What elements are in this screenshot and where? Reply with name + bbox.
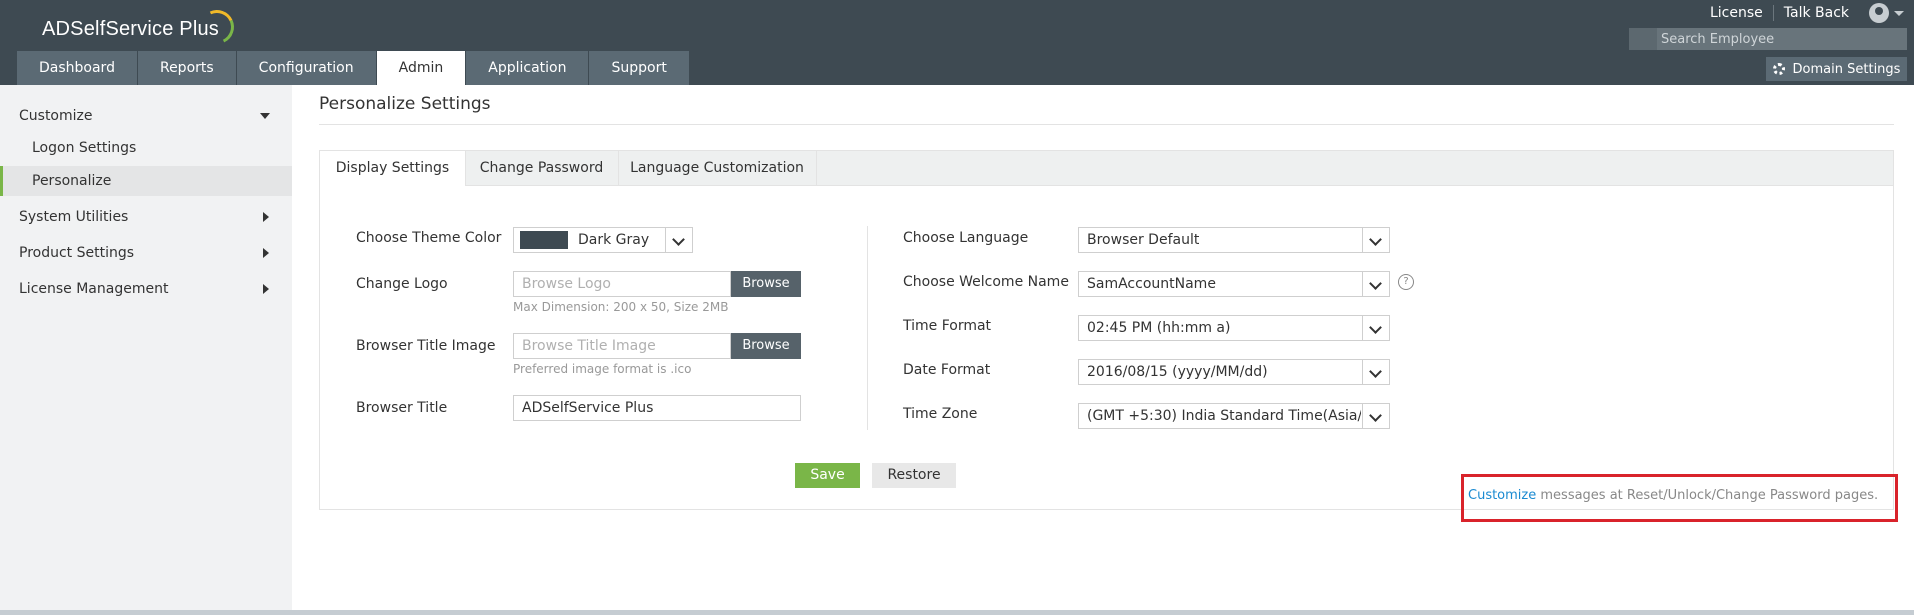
dropdown-button[interactable] [1362,404,1389,428]
welcome-name-label: Choose Welcome Name [903,274,1069,290]
chevron-right-icon [263,212,269,222]
browser-title-value: ADSelfService Plus [522,400,654,416]
welcome-name-select[interactable]: SamAccountName [1078,271,1390,297]
chevron-down-icon [1369,233,1382,246]
title-image-hint: Preferred image format is .ico [513,362,692,376]
tab-dashboard[interactable]: Dashboard [17,51,137,85]
customize-link[interactable]: Customize [1468,488,1536,503]
chevron-down-icon [1369,365,1382,378]
browser-title-input[interactable]: ADSelfService Plus [513,395,801,421]
restore-button[interactable]: Restore [872,463,956,488]
customize-messages-note: Customize messages at Reset/Unlock/Chang… [1468,488,1878,503]
chevron-down-icon[interactable] [1894,10,1904,16]
sidebar-item-label: Customize [19,108,93,124]
dropdown-button[interactable] [665,228,692,252]
save-button[interactable]: Save [795,463,860,488]
sidebar-item-personalize[interactable]: Personalize [0,166,292,196]
sidebar-item-system-utilities[interactable]: System Utilities [0,202,292,232]
sidebar-item-label: Product Settings [19,245,135,261]
tab-display-settings[interactable]: Display Settings [320,151,466,186]
time-format-label: Time Format [903,318,992,334]
theme-color-select[interactable]: Dark Gray [513,227,693,253]
page-title: Personalize Settings [319,94,491,114]
tab-change-password[interactable]: Change Password [465,151,619,185]
sidebar-item-license-management[interactable]: License Management [0,274,292,304]
tab-language-customization[interactable]: Language Customization [618,151,817,185]
time-format-select[interactable]: 02:45 PM (hh:mm a) [1078,315,1390,341]
welcome-name-value: SamAccountName [1087,276,1216,292]
logo-file-input[interactable]: Browse Logo [513,271,731,297]
note-text: messages at Reset/Unlock/Change Password… [1536,488,1879,503]
logo-arc-icon [195,5,239,49]
product-logo[interactable]: ADSelfService Plus [42,18,219,41]
browse-logo-button[interactable]: Browse [731,271,801,297]
color-swatch [520,231,568,249]
talk-back-link[interactable]: Talk Back [1774,5,1859,21]
tab-application[interactable]: Application [466,51,589,85]
sidebar-item-label: License Management [19,281,169,297]
logo-placeholder: Browse Logo [522,276,611,292]
date-format-label: Date Format [903,362,991,378]
title-image-label: Browser Title Image [356,338,496,354]
sidebar-item-customize[interactable]: Customize [0,101,292,131]
chevron-down-icon [1369,277,1382,290]
divider [319,124,1894,125]
settings-tabs: Display Settings Change Password Languag… [320,151,1893,186]
language-select[interactable]: Browser Default [1078,227,1390,253]
gear-icon [1772,63,1785,75]
sidebar-item-label: Logon Settings [32,140,137,156]
tab-configuration[interactable]: Configuration [236,51,376,85]
divider [867,226,868,430]
dropdown-button[interactable] [1362,360,1389,384]
browse-title-image-button[interactable]: Browse [731,333,801,359]
main-nav-tabs: Dashboard Reports Configuration Admin Ap… [17,51,690,85]
tab-support[interactable]: Support [589,51,689,85]
date-format-value: 2016/08/15 (yyyy/MM/dd) [1087,364,1268,380]
sidebar-item-label: System Utilities [19,209,129,225]
tab-reports[interactable]: Reports [137,51,236,85]
sidebar-item-label: Personalize [32,173,112,189]
sidebar-item-logon-settings[interactable]: Logon Settings [0,133,292,163]
sidebar-item-product-settings[interactable]: Product Settings [0,238,292,268]
change-logo-label: Change Logo [356,276,448,292]
top-header: ADSelfService Plus License Talk Back Das… [0,0,1914,85]
user-avatar-icon[interactable] [1869,3,1889,23]
time-format-value: 02:45 PM (hh:mm a) [1087,320,1231,336]
chevron-down-icon [260,113,270,119]
chevron-down-icon [672,233,685,246]
language-value: Browser Default [1087,232,1200,248]
logo-hint: Max Dimension: 200 x 50, Size 2MB [513,300,729,314]
license-link[interactable]: License [1700,5,1773,21]
browser-title-label: Browser Title [356,400,448,416]
date-format-select[interactable]: 2016/08/15 (yyyy/MM/dd) [1078,359,1390,385]
chevron-down-icon [1369,321,1382,334]
theme-color-value: Dark Gray [578,232,650,248]
language-label: Choose Language [903,230,1029,246]
domain-settings-button[interactable]: Domain Settings [1766,57,1907,81]
search-employee-input[interactable] [1657,30,1903,48]
sidebar: Customize Logon Settings Personalize Sys… [0,85,292,615]
dropdown-button[interactable] [1362,316,1389,340]
time-zone-value: (GMT +5:30) India Standard Time(Asia/Cal… [1087,408,1361,424]
search-employee-box [1629,28,1907,50]
chevron-right-icon [263,284,269,294]
title-image-file-input[interactable]: Browse Title Image [513,333,731,359]
domain-settings-label: Domain Settings [1792,61,1901,77]
title-image-placeholder: Browse Title Image [522,338,656,354]
dropdown-button[interactable] [1362,228,1389,252]
time-zone-label: Time Zone [903,406,978,422]
help-icon[interactable]: ? [1398,274,1414,290]
bottom-scrollbar[interactable] [0,610,1914,615]
time-zone-select[interactable]: (GMT +5:30) India Standard Time(Asia/Cal… [1078,403,1390,429]
top-links: License Talk Back [1700,0,1914,26]
theme-color-label: Choose Theme Color [356,230,502,246]
search-icon[interactable] [1629,28,1657,50]
chevron-right-icon [263,248,269,258]
chevron-down-icon [1369,409,1382,422]
dropdown-button[interactable] [1362,272,1389,296]
tab-admin[interactable]: Admin [376,51,466,85]
